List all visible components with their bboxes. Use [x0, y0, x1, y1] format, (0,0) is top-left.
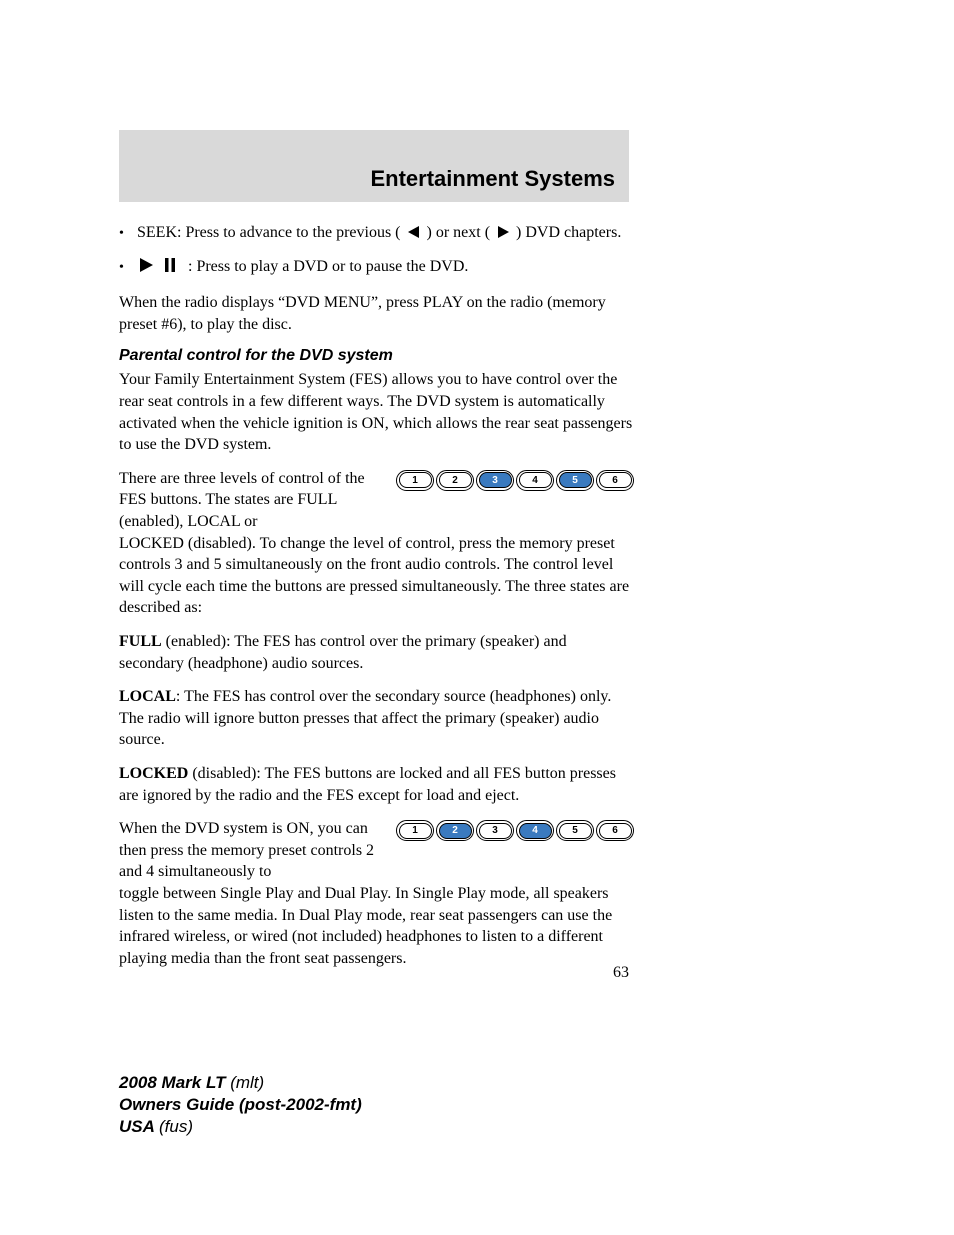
- preset-button-6: 6: [596, 820, 634, 841]
- preset-button-3: 3: [476, 470, 514, 491]
- text: (disabled): The FES buttons are locked a…: [119, 765, 616, 804]
- footer-region-code: (fus): [159, 1117, 193, 1136]
- text: When the DVD system is ON, you can then …: [119, 820, 374, 880]
- pause-icon: [164, 257, 176, 279]
- bullet-list: • SEEK: Press to advance to the previous…: [119, 222, 634, 278]
- preset-button-5: 5: [556, 820, 594, 841]
- footer-region: USA: [119, 1117, 159, 1136]
- text: LOCKED (disabled). To change the level o…: [119, 535, 629, 617]
- text: ) or next (: [427, 224, 491, 241]
- para-levels: 123456 There are three levels of control…: [119, 468, 634, 619]
- para-full: FULL (enabled): The FES has control over…: [119, 631, 634, 674]
- seek-prev-icon: [407, 223, 421, 245]
- seek-next-icon: [496, 223, 510, 245]
- preset-button-4: 4: [516, 820, 554, 841]
- preset-button-5: 5: [556, 470, 594, 491]
- preset-button-4: 4: [516, 470, 554, 491]
- preset-button-2: 2: [436, 820, 474, 841]
- text: There are three levels of control of the…: [119, 470, 365, 530]
- preset-button-3: 3: [476, 820, 514, 841]
- parental-control-heading: Parental control for the DVD system: [119, 347, 634, 365]
- bullet-dot-icon: •: [119, 222, 137, 244]
- bullet-text: : Press to play a DVD or to pause the DV…: [137, 256, 634, 278]
- locked-label: LOCKED: [119, 765, 188, 782]
- preset-buttons-figure-2: 123456: [396, 820, 634, 841]
- preset-button-1: 1: [396, 470, 434, 491]
- para-locked: LOCKED (disabled): The FES buttons are l…: [119, 763, 634, 806]
- preset-button-1: 1: [396, 820, 434, 841]
- preset-buttons-figure-1: 123456: [396, 470, 634, 491]
- full-label: FULL: [119, 633, 162, 650]
- preset-button-2: 2: [436, 470, 474, 491]
- text: : Press to play a DVD or to pause the DV…: [188, 258, 468, 275]
- footer-model: 2008 Mark LT: [119, 1073, 230, 1092]
- para-intro: Your Family Entertainment System (FES) a…: [119, 369, 634, 455]
- bullet-text: SEEK: Press to advance to the previous (…: [137, 222, 634, 244]
- para-dual: 123456 When the DVD system is ON, you ca…: [119, 818, 634, 969]
- play-icon: [139, 257, 154, 279]
- page-number: 63: [613, 964, 629, 982]
- text: SEEK: Press to advance to the previous (: [137, 224, 401, 241]
- footer-model-code: (mlt): [230, 1073, 264, 1092]
- bullet-seek: • SEEK: Press to advance to the previous…: [119, 222, 634, 244]
- bullet-playpause: • : Press to play a DVD or to pause the …: [119, 256, 634, 278]
- preset-button-6: 6: [596, 470, 634, 491]
- text: : The FES has control over the secondary…: [119, 688, 611, 748]
- footer-guide: Owners Guide (post-2002-fmt): [119, 1095, 362, 1114]
- page-content: • SEEK: Press to advance to the previous…: [119, 222, 634, 981]
- text: (enabled): The FES has control over the …: [119, 633, 567, 672]
- footer: 2008 Mark LT (mlt) Owners Guide (post-20…: [119, 1072, 362, 1138]
- text: toggle between Single Play and Dual Play…: [119, 885, 612, 967]
- text: ) DVD chapters.: [516, 224, 621, 241]
- para-local: LOCAL: The FES has control over the seco…: [119, 686, 634, 751]
- page-header: Entertainment Systems: [119, 130, 629, 202]
- para-dvd-menu: When the radio displays “DVD MENU”, pres…: [119, 292, 634, 335]
- section-title: Entertainment Systems: [370, 166, 615, 192]
- bullet-dot-icon: •: [119, 256, 137, 278]
- local-label: LOCAL: [119, 688, 176, 705]
